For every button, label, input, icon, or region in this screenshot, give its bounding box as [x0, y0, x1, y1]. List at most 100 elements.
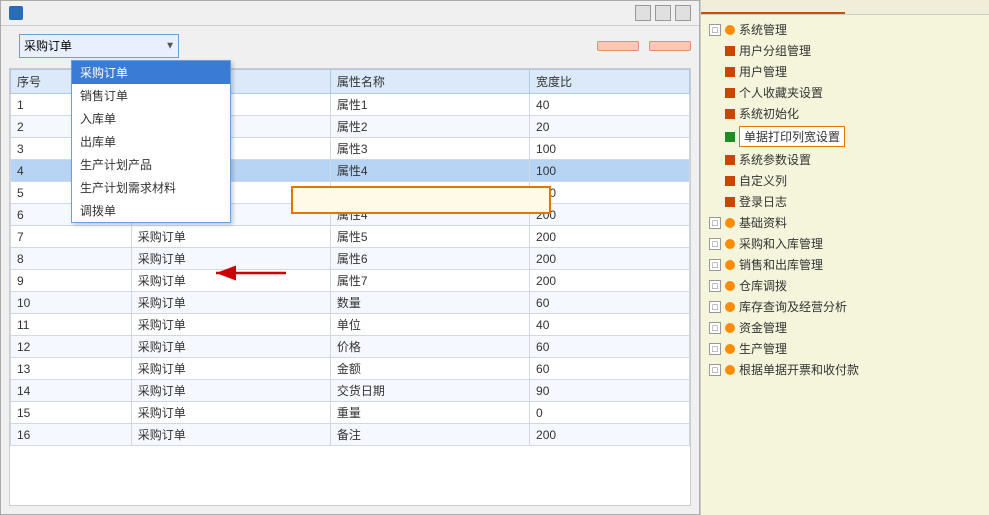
expand-icon[interactable]: □ [709, 322, 721, 334]
dropdown-list: 采购订单 销售订单 入库单 出库单 生产计划产品 生产计划需求材料 调拨单 [71, 60, 231, 223]
table-row[interactable]: 9 采购订单 属性7 200 [11, 270, 690, 292]
tree-item[interactable]: 个人收藏夹设置 [709, 82, 981, 103]
tree-item[interactable]: □ 根据单据开票和收付款 [709, 359, 981, 380]
expand-icon[interactable]: □ [709, 301, 721, 313]
tree-item-label: 用户管理 [739, 63, 787, 80]
dropdown-item-1[interactable]: 销售订单 [72, 84, 230, 107]
save-button[interactable] [649, 41, 691, 51]
cell-width: 100 [530, 160, 690, 182]
table-row[interactable]: 12 采购订单 价格 60 [11, 336, 690, 358]
cell-attr: 属性6 [330, 248, 529, 270]
tree-item-label: 用户分组管理 [739, 42, 811, 59]
dropdown-item-2[interactable]: 入库单 [72, 107, 230, 130]
cell-width: 200 [530, 424, 690, 446]
cell-seq: 9 [11, 270, 132, 292]
minimize-button[interactable] [635, 5, 651, 21]
expand-icon[interactable]: □ [709, 343, 721, 355]
tree-item[interactable]: □ 生产管理 [709, 338, 981, 359]
cell-width: 200 [530, 248, 690, 270]
cell-width: 90 [530, 380, 690, 402]
tree-item-label: 根据单据开票和收付款 [739, 361, 859, 378]
tree-item[interactable]: □ 库存查询及经营分析 [709, 296, 981, 317]
tree-item-label: 自定义列 [739, 172, 787, 189]
cell-width: 40 [530, 94, 690, 116]
cell-attr: 价格 [330, 336, 529, 358]
table-row[interactable]: 7 采购订单 属性5 200 [11, 226, 690, 248]
app-icon [9, 6, 23, 20]
cell-width: 40 [530, 314, 690, 336]
expand-icon[interactable]: □ [709, 364, 721, 376]
tree-item[interactable]: 系统初始化 [709, 103, 981, 124]
cell-type: 采购订单 [131, 380, 330, 402]
table-row[interactable]: 11 采购订单 单位 40 [11, 314, 690, 336]
tree-item-label: 资金管理 [739, 319, 787, 336]
table-row[interactable]: 10 采购订单 数量 60 [11, 292, 690, 314]
tree-item[interactable]: □ 销售和出库管理 [709, 254, 981, 275]
dropdown-item-3[interactable]: 出库单 [72, 130, 230, 153]
maximize-button[interactable] [655, 5, 671, 21]
title-bar-left [9, 6, 27, 20]
tree-item[interactable]: 登录日志 [709, 191, 981, 212]
cell-width: 0 [530, 402, 690, 424]
expand-icon[interactable]: □ [709, 24, 721, 36]
orange-dot-icon [725, 323, 735, 333]
cell-seq: 12 [11, 336, 132, 358]
title-bar [1, 1, 699, 26]
dropdown-item-0[interactable]: 采购订单 [72, 61, 230, 84]
table-row[interactable]: 15 采购订单 重量 0 [11, 402, 690, 424]
tree-item-label: 系统管理 [739, 21, 787, 38]
cell-type: 采购订单 [131, 292, 330, 314]
orange-dot-icon [725, 25, 735, 35]
cell-attr: 属性2 [330, 116, 529, 138]
expand-icon[interactable]: □ [709, 217, 721, 229]
cell-attr: 属性3 [330, 138, 529, 160]
cell-width: 20 [530, 116, 690, 138]
expand-icon[interactable]: □ [709, 280, 721, 292]
panel-tabs [701, 0, 989, 15]
tree-item[interactable]: 用户管理 [709, 61, 981, 82]
tree-item[interactable]: 自定义列 [709, 170, 981, 191]
close-button[interactable] [675, 5, 691, 21]
tree-item[interactable]: □ 基础资料 [709, 212, 981, 233]
green-square-icon [725, 132, 735, 142]
cell-attr: 交货日期 [330, 380, 529, 402]
expand-icon[interactable]: □ [709, 238, 721, 250]
tree-item[interactable]: 用户分组管理 [709, 40, 981, 61]
tab-navigation[interactable] [701, 0, 845, 14]
doc-type-select[interactable]: 采购订单 销售订单 入库单 出库单 生产计划产品 生产计划需求材料 调拨单 [19, 34, 179, 58]
tree-item-label: 单据打印列宽设置 [739, 126, 845, 147]
table-row[interactable]: 16 采购订单 备注 200 [11, 424, 690, 446]
cell-width: 100 [530, 182, 690, 204]
cell-type: 采购订单 [131, 402, 330, 424]
orange-square-icon [725, 155, 735, 165]
table-row[interactable]: 14 采购订单 交货日期 90 [11, 380, 690, 402]
dialog-window: 采购订单 销售订单 入库单 出库单 生产计划产品 生产计划需求材料 调拨单 ▼ … [0, 0, 700, 515]
cell-attr: 属性4 [330, 160, 529, 182]
expand-icon[interactable]: □ [709, 259, 721, 271]
cell-attr: 金额 [330, 358, 529, 380]
cell-seq: 15 [11, 402, 132, 424]
tree-item[interactable]: □ 资金管理 [709, 317, 981, 338]
orange-dot-icon [725, 260, 735, 270]
tree-item[interactable]: 系统参数设置 [709, 149, 981, 170]
dropdown-item-4[interactable]: 生产计划产品 [72, 153, 230, 176]
cell-seq: 8 [11, 248, 132, 270]
cell-seq: 16 [11, 424, 132, 446]
dropdown-item-6[interactable]: 调拨单 [72, 199, 230, 222]
tree-item[interactable]: □ 仓库调拨 [709, 275, 981, 296]
cell-seq: 14 [11, 380, 132, 402]
tab-favorites[interactable] [845, 0, 989, 14]
cell-attr: 数量 [330, 292, 529, 314]
orange-square-icon [725, 67, 735, 77]
tree-item[interactable]: □ 采购和入库管理 [709, 233, 981, 254]
tooltip-box [291, 186, 551, 214]
tree-item[interactable]: □ 系统管理 [709, 19, 981, 40]
table-row[interactable]: 8 采购订单 属性6 200 [11, 248, 690, 270]
tree-item[interactable]: 单据打印列宽设置 [709, 124, 981, 149]
cell-seq: 7 [11, 226, 132, 248]
orange-square-icon [725, 109, 735, 119]
doc-type-select-wrapper: 采购订单 销售订单 入库单 出库单 生产计划产品 生产计划需求材料 调拨单 ▼ [19, 34, 179, 58]
refresh-button[interactable] [597, 41, 639, 51]
table-row[interactable]: 13 采购订单 金额 60 [11, 358, 690, 380]
dropdown-item-5[interactable]: 生产计划需求材料 [72, 176, 230, 199]
